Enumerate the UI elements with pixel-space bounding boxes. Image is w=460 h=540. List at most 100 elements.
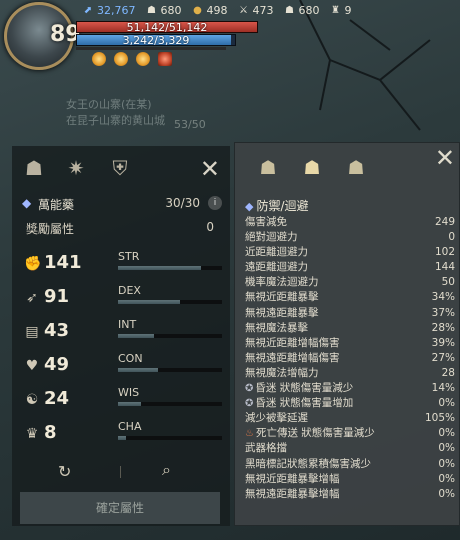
close-icon[interactable]: ✕ bbox=[435, 145, 455, 171]
defense-stat-label-text: 無視遠距離暴擊增幅 bbox=[245, 487, 340, 500]
defense-stat-label-text: 傷害減免 bbox=[245, 216, 287, 228]
helmet-tab-icon-3[interactable]: ☗ bbox=[341, 153, 371, 183]
defense-stat-label-text: 無視魔法增幅力 bbox=[245, 366, 319, 379]
defense-stat-row: ✪ 昏迷 狀態傷害量減少 14% bbox=[245, 381, 455, 396]
defense-stat-label-text: 昏迷 狀態傷害量增加 bbox=[255, 397, 354, 410]
helmet-tab-icon-active[interactable]: ☗ bbox=[297, 153, 327, 183]
elixir-icon: ◆ bbox=[22, 196, 32, 210]
stat-value: 43 bbox=[44, 320, 70, 341]
defense-stat-row: 無視近距離暴擊增幅 0% bbox=[245, 472, 455, 487]
stat-value: 24 bbox=[44, 388, 70, 409]
stat-track bbox=[118, 436, 222, 440]
defense-stat-label-text: 死亡傳送 狀態傷害量減少 bbox=[255, 427, 375, 440]
defense-stat-label: 絕對迴避力 bbox=[245, 230, 298, 245]
defense-stat-value: 28% bbox=[431, 321, 455, 334]
armor-tab-icon[interactable]: ⛨ bbox=[104, 152, 136, 184]
defense-stat-row: 無視魔法增幅力 28 bbox=[245, 366, 455, 381]
defense-stat-row: 無視遠距離增幅傷害 27% bbox=[245, 351, 455, 366]
defense-stat-value: 144 bbox=[434, 261, 455, 274]
shield-icon: ◆ bbox=[245, 200, 254, 213]
star-tab-icon[interactable]: ✷ bbox=[60, 152, 92, 184]
defense-stat-label: 無視遠距離增幅傷害 bbox=[245, 351, 340, 366]
search-icon[interactable]: ⌕ bbox=[162, 460, 171, 480]
defense-panel: ☗ ☗ ☗ ✕ ◆ 防禦/迴避 傷害減免 249 絕對迴避力 0 近距離迴避力 102 遠距離… bbox=[234, 142, 460, 526]
defense-stat-value: 34% bbox=[431, 291, 455, 304]
defense-stat-value: 27% bbox=[431, 351, 455, 364]
stat-value: 91 bbox=[44, 286, 70, 307]
sword-icon: ⚔ bbox=[239, 4, 248, 16]
sword-currency: ⚔ 473 bbox=[238, 4, 274, 17]
stat-value: 8 bbox=[44, 422, 57, 443]
defense-stat-row: 武器格擋 0% bbox=[245, 441, 455, 456]
defense-stat-label: 武器格擋 bbox=[245, 441, 287, 456]
stun-icon: ✪ bbox=[245, 398, 254, 410]
defense-stat-value: 0% bbox=[438, 457, 455, 470]
defense-stat-row: ✪ 昏迷 狀態傷害量增加 0% bbox=[245, 396, 455, 411]
hp-bar: 51,142/51,142 bbox=[76, 21, 258, 34]
stat-row-cha[interactable]: ♛ 8 CHA bbox=[22, 420, 222, 452]
stat-fill bbox=[118, 300, 181, 304]
buff-icon[interactable] bbox=[136, 52, 150, 66]
defense-panel-tabs: ☗ ☗ ☗ bbox=[249, 151, 409, 187]
stat-track bbox=[118, 334, 222, 338]
coin-icon: ● bbox=[193, 4, 202, 16]
debuff-icon[interactable] bbox=[158, 52, 172, 66]
stats-panel-footer: ↻ ⌕ bbox=[12, 452, 230, 488]
bonus-stat-label: 獎勵屬性 bbox=[26, 222, 75, 236]
stat-row-str[interactable]: ✊ 141 STR bbox=[22, 250, 222, 282]
info-icon[interactable]: i bbox=[208, 196, 222, 210]
gem-icon: ⬈ bbox=[83, 4, 93, 16]
defense-stat-value: 39% bbox=[431, 336, 455, 349]
defense-stat-value: 0% bbox=[438, 472, 455, 485]
defense-stat-value: 102 bbox=[434, 246, 455, 259]
sword-value: 473 bbox=[252, 4, 274, 17]
stat-abbr: WIS bbox=[118, 386, 140, 399]
helmet-value-2: 680 bbox=[298, 4, 320, 17]
cha-icon: ♛ bbox=[25, 426, 39, 442]
defense-stat-row: 近距離迴避力 102 bbox=[245, 245, 455, 260]
stat-abbr: INT bbox=[118, 318, 137, 331]
elixir-label: 萬能藥 bbox=[38, 198, 75, 212]
defense-stat-row: 無視近距離暴擊 34% bbox=[245, 290, 455, 305]
defense-stat-value: 0% bbox=[438, 487, 455, 500]
defense-stat-label-text: 無視遠距離暴擊 bbox=[245, 306, 319, 319]
coin-value: 498 bbox=[206, 4, 228, 17]
defense-stat-value: 105% bbox=[424, 412, 455, 425]
xp-bar bbox=[76, 47, 226, 50]
stat-row-int[interactable]: ▤ 43 INT bbox=[22, 318, 222, 350]
stat-row-con[interactable]: ♥ 49 CON bbox=[22, 352, 222, 384]
defense-stat-label-text: 黑暗標記狀態累積傷害減少 bbox=[245, 457, 371, 470]
bonus-stat-row: 獎勵屬性 0 bbox=[26, 220, 222, 237]
defense-stat-row: 黑暗標記狀態累積傷害減少 0% bbox=[245, 457, 455, 472]
defense-stat-label: 傷害減免 bbox=[245, 215, 287, 230]
defense-stat-label-text: 無視近距離暴擊 bbox=[245, 291, 319, 304]
defense-stat-label: 無視魔法增幅力 bbox=[245, 366, 319, 381]
stat-fill bbox=[118, 368, 158, 372]
helmet-icon-2: ☗ bbox=[285, 4, 294, 16]
stat-track bbox=[118, 266, 222, 270]
defense-title: ◆ 防禦/迴避 bbox=[245, 197, 309, 214]
reset-icon[interactable]: ↻ bbox=[58, 462, 71, 481]
helmet-tab-icon[interactable]: ☗ bbox=[18, 152, 50, 184]
defense-stat-label-text: 減少被擊延遲 bbox=[245, 412, 308, 425]
defense-stat-row: 絕對迴避力 0 bbox=[245, 230, 455, 245]
defense-stat-row: 無視遠距離暴擊增幅 0% bbox=[245, 487, 455, 502]
quest-line-2: 在昆子山寨的黄山城 bbox=[66, 114, 165, 127]
dex-icon: ➶ bbox=[26, 290, 38, 306]
stat-abbr: DEX bbox=[118, 284, 141, 297]
defense-stat-label-text: 機率魔法迴避力 bbox=[245, 276, 319, 289]
mp-text: 3,242/3,329 bbox=[122, 34, 190, 47]
defense-stat-label-text: 遠距離迴避力 bbox=[245, 261, 308, 274]
stat-fill bbox=[118, 402, 141, 406]
confirm-stats-button[interactable]: 確定屬性 bbox=[20, 492, 220, 524]
quest-line-1: 女王の山寨(在某) bbox=[66, 98, 152, 111]
buff-icon[interactable] bbox=[92, 52, 106, 66]
wis-icon: ☯ bbox=[25, 392, 39, 408]
defense-stat-label-text: 無視近距離暴擊增幅 bbox=[245, 472, 340, 485]
helmet-tab-icon[interactable]: ☗ bbox=[253, 153, 283, 183]
stat-row-dex[interactable]: ➶ 91 DEX bbox=[22, 284, 222, 316]
buff-icon[interactable] bbox=[114, 52, 128, 66]
stat-row-wis[interactable]: ☯ 24 WIS bbox=[22, 386, 222, 418]
close-icon[interactable]: ✕ bbox=[200, 156, 220, 182]
stat-fill bbox=[118, 266, 202, 270]
